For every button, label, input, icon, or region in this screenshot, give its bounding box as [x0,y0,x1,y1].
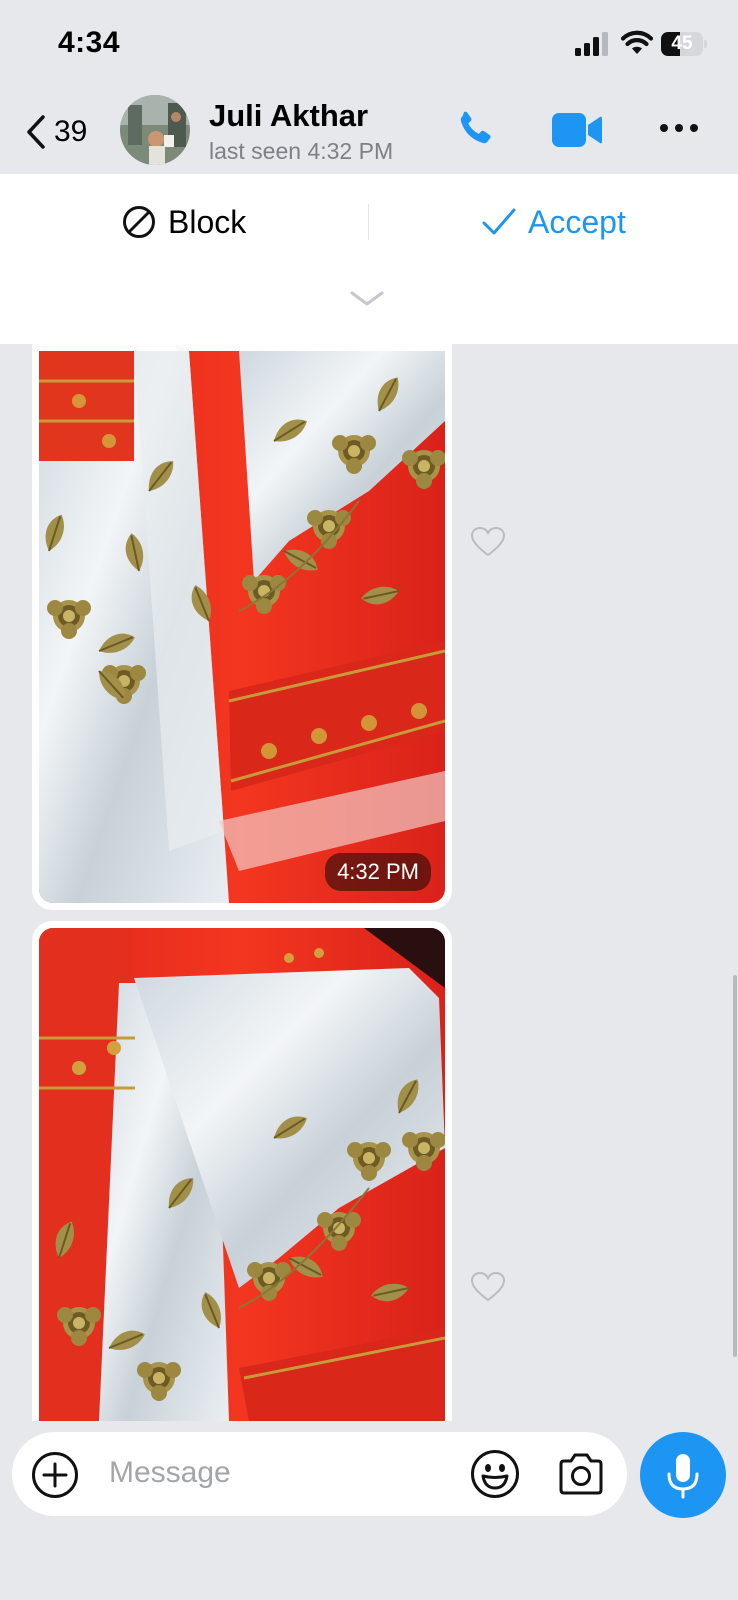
fabric-photo [39,928,445,1421]
camera-button[interactable] [557,1452,605,1501]
plus-circle-icon [32,1452,78,1498]
call-button[interactable] [452,108,496,157]
wifi-icon [621,30,653,54]
scrollbar[interactable] [733,975,737,1357]
back-button[interactable]: 39 [26,112,87,152]
block-label: Block [168,203,247,240]
like-button[interactable] [470,1271,506,1307]
more-options-button[interactable] [658,121,700,139]
photo-message[interactable] [32,921,452,1421]
unread-count: 39 [54,115,88,148]
message-composer: Message [12,1432,627,1516]
chevron-left-icon [27,115,45,149]
photo-message[interactable]: 4:32 PM [32,344,452,910]
expand-button[interactable] [349,290,385,313]
avatar[interactable] [120,95,190,165]
last-seen-status: last seen 4:32 PM [209,138,394,164]
message-timestamp: 4:32 PM [325,853,431,891]
fabric-photo [39,351,445,903]
battery-level: 45 [671,33,693,54]
chat-header: 39 Juli Akthar last seen 4:32 PM [0,90,738,174]
accept-button[interactable]: Accept [482,198,626,246]
message-input[interactable]: Message [109,1456,231,1490]
voice-message-button[interactable] [640,1432,726,1518]
divider [368,204,369,240]
contact-name[interactable]: Juli Akthar [209,98,368,134]
cellular-signal-icon [575,32,608,56]
status-time: 4:34 [58,26,121,59]
phone-icon [460,111,491,144]
checkmark-icon [482,208,516,235]
battery-icon: 45 [661,32,707,56]
smiley-icon [471,1450,519,1498]
like-button[interactable] [470,526,506,562]
heart-icon [470,526,506,557]
microphone-icon [667,1454,699,1499]
chevron-down-icon [350,291,384,306]
more-icon [660,124,698,132]
video-camera-icon [552,113,602,147]
block-icon [123,206,155,238]
add-attachment-button[interactable] [31,1451,79,1504]
emoji-button[interactable] [470,1449,520,1504]
status-bar: 4:34 45 [0,0,738,90]
video-call-button[interactable] [552,112,602,153]
block-button[interactable]: Block [122,198,246,246]
camera-icon [559,1453,603,1495]
message-request-panel: Block Accept [0,174,738,344]
accept-label: Accept [528,203,626,240]
heart-icon [470,1271,506,1302]
